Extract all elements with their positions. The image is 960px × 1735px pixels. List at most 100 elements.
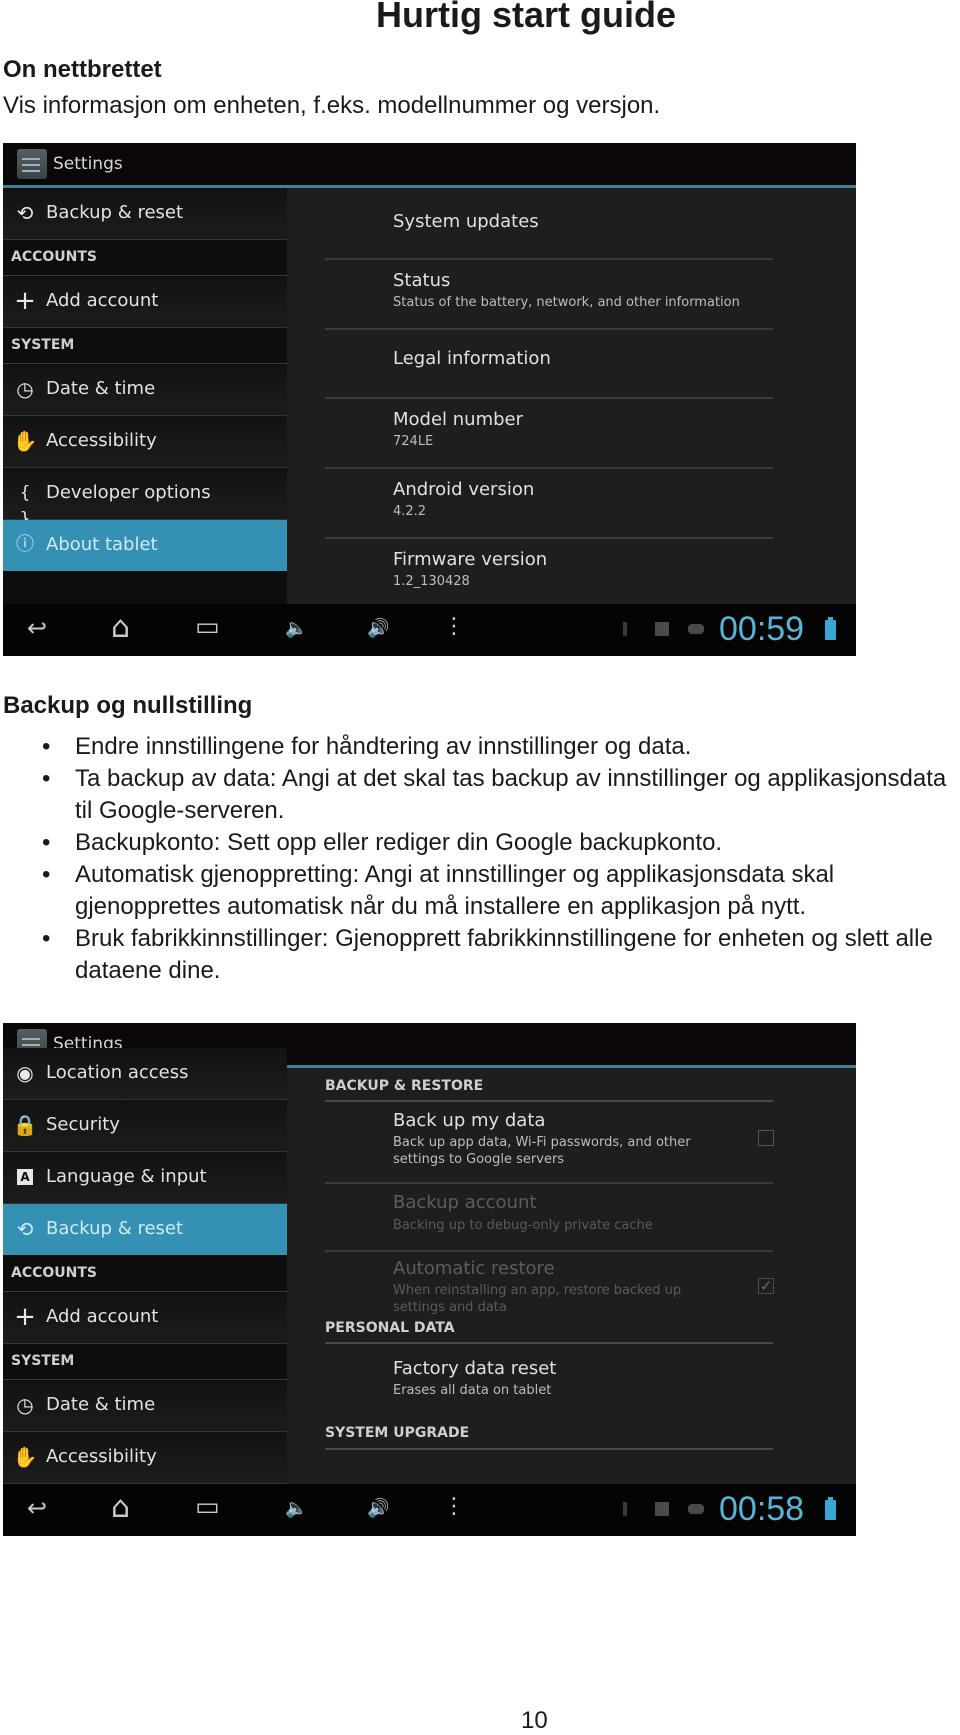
sidebar-item-security[interactable]: 🔒 Security: [3, 1100, 287, 1152]
page-number: 10: [521, 1707, 548, 1734]
sidebar-item-backup-reset[interactable]: ⟲ Backup & reset: [3, 188, 287, 240]
pref-summary: 724LE: [393, 434, 434, 449]
pref-title: System updates: [393, 211, 539, 232]
backup-my-data-checkbox[interactable]: [758, 1130, 774, 1146]
sidebar-item-label: Accessibility: [46, 1446, 157, 1467]
list-item-text: Backupkonto: Sett opp eller rediger din …: [75, 829, 723, 856]
pref-system-updates[interactable]: System updates: [287, 188, 856, 258]
sidebar-item-location-access[interactable]: ◉ Location access: [3, 1048, 287, 1100]
volume-down-icon[interactable]: 🔈: [285, 618, 307, 639]
list-item-text: Bruk fabrikkinnstillinger: Gjenopprett f…: [75, 925, 933, 984]
clock: 00:58: [719, 1490, 805, 1528]
usb-icon: [623, 622, 627, 636]
sidebar-item-accessibility[interactable]: ✋ Accessibility: [3, 1432, 287, 1484]
list-item: • Backupkonto: Sett opp eller rediger din…: [0, 827, 960, 859]
plus-icon: +: [14, 286, 36, 316]
menu-icon[interactable]: ⋮: [443, 614, 465, 639]
keyboard-a-icon: A: [12, 1164, 38, 1190]
clock-icon: ◷: [16, 1393, 34, 1417]
sidebar-category-system: SYSTEM: [3, 327, 287, 365]
sidebar-item-add-account[interactable]: + Add account: [3, 276, 287, 328]
home-icon[interactable]: ⌂: [111, 1490, 130, 1525]
system-navigation-bar: ↩ ⌂ ▭ 🔈 🔊 ⋮ 00:58: [3, 1484, 856, 1536]
category-personal-data: PERSONAL DATA: [325, 1320, 455, 1336]
backup-reset-icon: ⟲: [16, 201, 34, 225]
battery-charging-icon: [825, 617, 836, 640]
list-item-text: Automatisk gjenoppretting: Angi at innst…: [75, 861, 835, 920]
category-backup-restore: BACKUP & RESTORE: [325, 1078, 484, 1094]
recent-apps-icon[interactable]: ▭: [195, 1492, 220, 1522]
android-debug-icon: [688, 1504, 704, 1514]
pref-firmware-version: Firmware version 1.2_130428: [287, 539, 856, 604]
sidebar-item-accessibility[interactable]: ✋ Accessibility: [3, 416, 287, 468]
automatic-restore-checkbox: ✓: [758, 1277, 774, 1295]
sidebar-item-label: Date & time: [46, 378, 156, 399]
category-system-upgrade: SYSTEM UPGRADE: [325, 1425, 470, 1441]
sidebar-category-accounts: ACCOUNTS: [3, 239, 287, 277]
sidebar-item-label: Location access: [46, 1062, 189, 1083]
about-tablet-panel: System updates Status Status of the batt…: [287, 188, 856, 604]
bullet-icon: •: [42, 861, 51, 888]
pref-summary: 1.2_130428: [393, 574, 470, 589]
volume-up-icon[interactable]: 🔊: [367, 618, 389, 639]
list-item: • Automatisk gjenoppretting: Angi at inns…: [0, 859, 960, 923]
pref-title: Back up my data: [393, 1110, 546, 1131]
pref-factory-data-reset[interactable]: Factory data reset Erases all data on ta…: [287, 1344, 856, 1414]
menu-icon[interactable]: ⋮: [443, 1494, 465, 1519]
category-label: SYSTEM: [11, 337, 75, 353]
hand-icon: ✋: [12, 1445, 38, 1469]
list-item: • Endre innstillingene for håndtering av …: [0, 731, 960, 763]
pref-summary: Erases all data on tablet: [393, 1383, 552, 1398]
sidebar-item-date-time[interactable]: ◷ Date & time: [3, 1380, 287, 1432]
pref-legal-information[interactable]: Legal information: [287, 330, 856, 397]
sd-card-icon: [655, 622, 669, 636]
sidebar-item-label: About tablet: [46, 534, 158, 555]
pref-android-version[interactable]: Android version 4.2.2: [287, 469, 856, 537]
recent-apps-icon[interactable]: ▭: [195, 612, 220, 642]
pref-summary: Backing up to debug-only private cache: [393, 1218, 653, 1233]
list-item: • Ta backup av data: Angi at det skal tas…: [0, 763, 960, 827]
pref-backup-account: Backup account Backing up to debug-only …: [287, 1184, 856, 1250]
home-icon[interactable]: ⌂: [111, 610, 130, 645]
sidebar-item-language-input[interactable]: A Language & input: [3, 1152, 287, 1204]
bullet-icon: •: [42, 765, 51, 792]
sidebar-item-about-tablet[interactable]: ⓘ About tablet: [3, 520, 287, 571]
sidebar-item-label: Language & input: [46, 1166, 207, 1187]
backup-reset-panel: BACKUP & RESTORE Back up my data Back up…: [287, 1068, 856, 1484]
location-icon: ◉: [16, 1061, 34, 1085]
pref-automatic-restore: Automatic restore When reinstalling an a…: [287, 1252, 856, 1328]
back-icon[interactable]: ↩: [27, 1494, 47, 1522]
sidebar-item-label: Accessibility: [46, 430, 157, 451]
sidebar-item-label: Security: [46, 1114, 120, 1135]
pref-summary: When reinstalling an app, restore backed…: [393, 1283, 682, 1315]
pref-title: Model number: [393, 409, 524, 430]
settings-sidebar: ◉ Location access 🔒 Security A Language …: [3, 1048, 287, 1484]
pref-title: Legal information: [393, 348, 551, 369]
volume-up-icon[interactable]: 🔊: [367, 1498, 389, 1519]
sidebar-item-label: Add account: [46, 1306, 159, 1327]
app-title: Settings: [53, 154, 123, 174]
battery-charging-icon: [825, 1497, 836, 1520]
category-label: ACCOUNTS: [11, 1265, 98, 1281]
action-bar: Settings: [3, 143, 856, 188]
volume-down-icon[interactable]: 🔈: [285, 1498, 307, 1519]
list-item: • Bruk fabrikkinnstillinger: Gjenopprett …: [0, 923, 960, 987]
pref-title: Backup account: [393, 1192, 537, 1213]
sidebar-item-developer-options[interactable]: { } Developer options: [3, 468, 287, 529]
backup-bullet-list: • Endre innstillingene for håndtering av …: [0, 731, 960, 987]
section-heading-backup: Backup og nullstilling: [3, 692, 253, 719]
section-description-about: Vis informasjon om enheten, f.eks. model…: [3, 92, 661, 119]
braces-icon: { }: [19, 483, 31, 529]
pref-summary: Back up app data, Wi-Fi passwords, and o…: [393, 1135, 691, 1167]
pref-title: Android version: [393, 479, 535, 500]
sd-card-icon: [655, 1502, 669, 1516]
pref-summary: 4.2.2: [393, 504, 427, 519]
sidebar-item-backup-reset[interactable]: ⟲ Backup & reset: [3, 1204, 287, 1255]
sidebar-item-add-account[interactable]: + Add account: [3, 1292, 287, 1344]
list-item-text: Ta backup av data: Angi at det skal tas …: [75, 765, 947, 824]
back-icon[interactable]: ↩: [27, 614, 47, 642]
pref-back-up-my-data[interactable]: Back up my data Back up app data, Wi-Fi …: [287, 1102, 856, 1182]
sidebar-item-date-time[interactable]: ◷ Date & time: [3, 364, 287, 416]
sidebar-item-label: Backup & reset: [46, 202, 184, 223]
pref-status[interactable]: Status Status of the battery, network, a…: [287, 260, 856, 328]
